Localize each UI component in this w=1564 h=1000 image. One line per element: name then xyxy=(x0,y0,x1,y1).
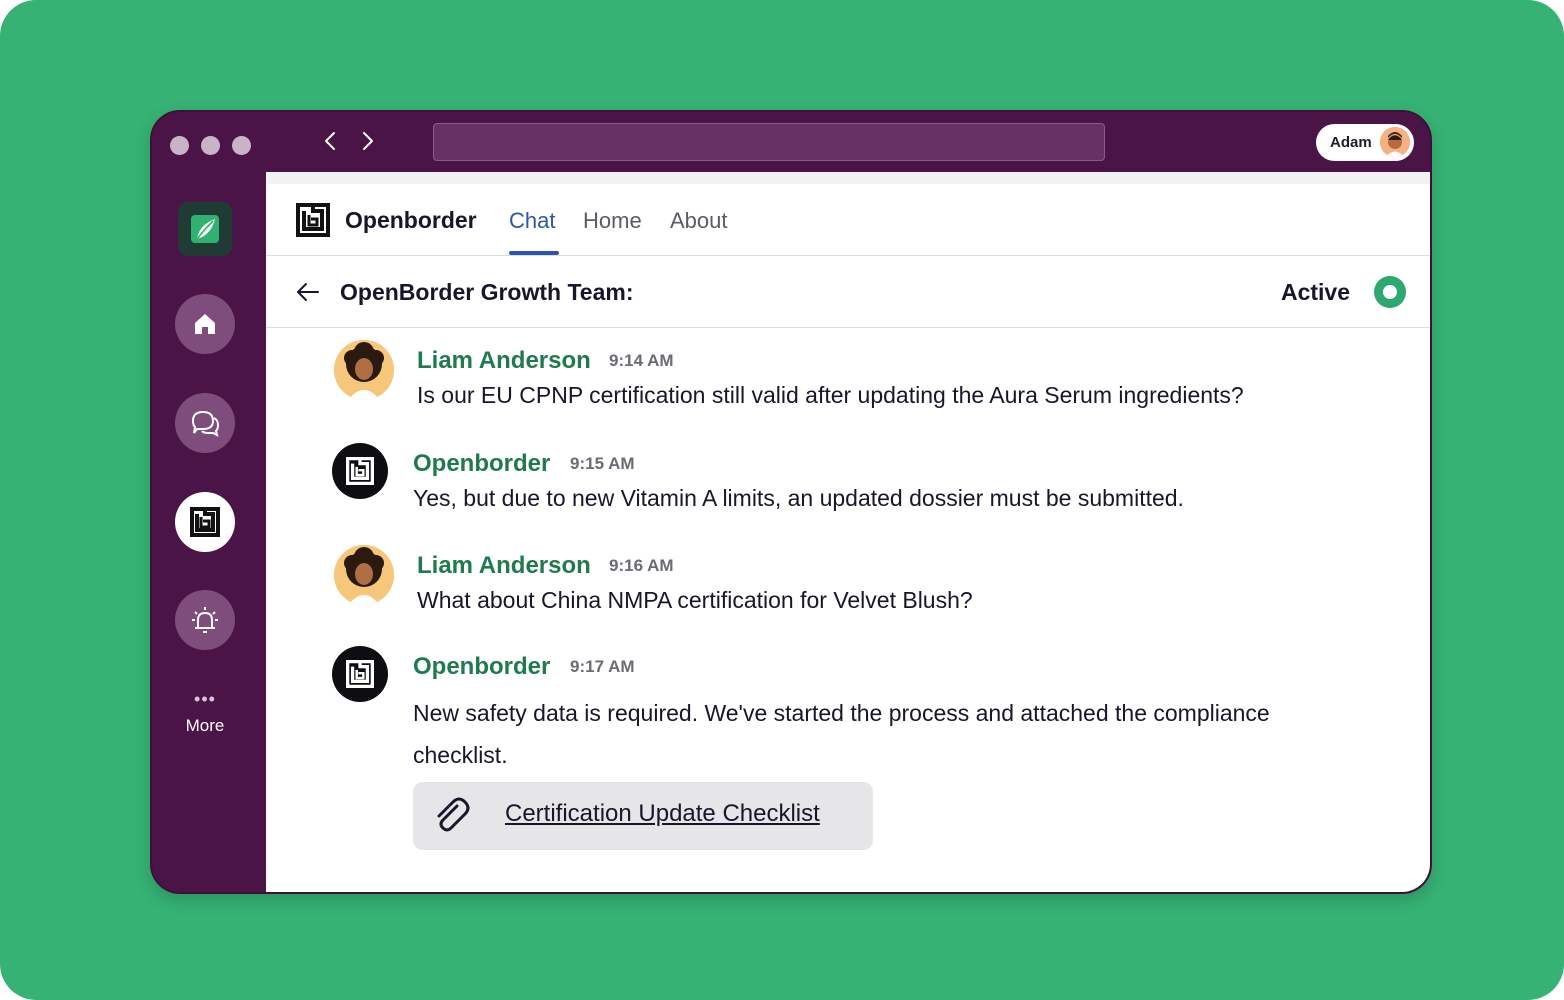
status-indicator-icon xyxy=(1374,276,1406,308)
window-controls xyxy=(170,136,251,155)
avatar[interactable] xyxy=(332,646,388,702)
back-arrow-icon[interactable] xyxy=(294,280,320,304)
attachment-link[interactable]: Certification Update Checklist xyxy=(505,800,820,828)
sidebar-item-home[interactable] xyxy=(175,294,235,354)
home-icon xyxy=(195,314,215,334)
channel-title: OpenBorder Growth Team: xyxy=(340,279,634,305)
user-avatar xyxy=(1380,127,1410,157)
maximize-window-button[interactable] xyxy=(232,136,251,155)
paperclip-icon xyxy=(437,797,470,832)
message-text-line-1: New safety data is required. We've start… xyxy=(413,700,1270,726)
active-tab-indicator xyxy=(509,251,559,255)
openborder-logo-icon xyxy=(296,203,330,237)
message-text-line-2: checklist. xyxy=(413,742,508,768)
tab-chat[interactable]: Chat xyxy=(509,208,555,234)
brand-name: Openborder xyxy=(345,207,477,233)
chevron-right-icon xyxy=(363,132,373,150)
sidebar-item-alerts[interactable] xyxy=(175,590,235,650)
page-background: Adam ••• More Openborder Chat Home About… xyxy=(0,0,1564,1000)
back-nav-button[interactable] xyxy=(320,128,340,154)
panel-top-strip xyxy=(266,172,1430,184)
forward-nav-button[interactable] xyxy=(358,128,378,154)
main-panel: Openborder Chat Home About OpenBorder Gr… xyxy=(266,172,1430,892)
sender-name[interactable]: Openborder xyxy=(413,450,550,478)
app-window: Adam ••• More Openborder Chat Home About… xyxy=(150,110,1432,894)
message-time: 9:17 AM xyxy=(570,657,635,676)
message-text: What about China NMPA certification for … xyxy=(417,587,973,613)
more-icon[interactable]: ••• xyxy=(152,690,258,708)
openborder-logo-icon xyxy=(346,660,374,688)
openborder-logo-icon xyxy=(190,507,220,537)
message-text: Yes, but due to new Vitamin A limits, an… xyxy=(413,485,1184,511)
tab-home[interactable]: Home xyxy=(583,208,642,234)
app-header: Openborder Chat Home About xyxy=(266,184,1430,256)
message-time: 9:14 AM xyxy=(609,351,674,370)
workspace-logo[interactable] xyxy=(178,202,232,256)
sender-name[interactable]: Openborder xyxy=(413,653,550,681)
attachment-card[interactable]: Certification Update Checklist xyxy=(413,782,873,850)
history-navigation xyxy=(320,128,378,154)
avatar[interactable] xyxy=(334,545,394,605)
status-label: Active xyxy=(1280,279,1350,305)
search-input[interactable] xyxy=(433,123,1105,161)
message-time: 9:15 AM xyxy=(570,454,635,473)
sender-name[interactable]: Liam Anderson xyxy=(417,347,591,375)
sidebar: ••• More xyxy=(152,172,266,892)
minimize-window-button[interactable] xyxy=(201,136,220,155)
close-window-button[interactable] xyxy=(170,136,189,155)
openborder-logo-icon xyxy=(346,457,374,485)
tab-about[interactable]: About xyxy=(670,208,728,234)
message-text: Is our EU CPNP certification still valid… xyxy=(417,382,1244,408)
avatar[interactable] xyxy=(332,443,388,499)
leaf-logo-icon xyxy=(191,215,219,243)
alarm-icon xyxy=(192,607,218,633)
chat-bubbles-icon xyxy=(191,410,220,437)
message-time: 9:16 AM xyxy=(609,556,674,575)
user-menu-button[interactable]: Adam xyxy=(1316,124,1414,161)
sidebar-item-openborder[interactable] xyxy=(175,492,235,552)
avatar[interactable] xyxy=(334,340,394,400)
chevron-left-icon xyxy=(325,132,335,150)
sidebar-item-chat[interactable] xyxy=(175,393,235,453)
channel-header: OpenBorder Growth Team: Active xyxy=(266,256,1430,328)
sender-name[interactable]: Liam Anderson xyxy=(417,552,591,580)
user-name: Adam xyxy=(1330,134,1372,151)
more-label[interactable]: More xyxy=(152,716,258,736)
